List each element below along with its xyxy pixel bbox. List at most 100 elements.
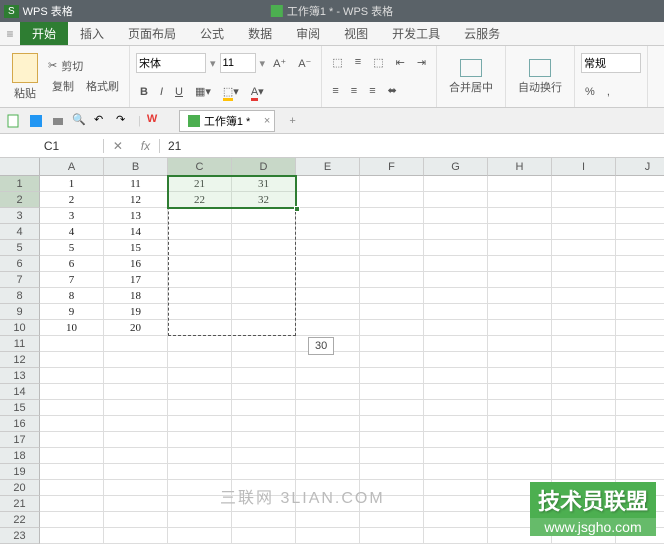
undo-icon[interactable]: ↶ (94, 113, 110, 129)
cell[interactable] (168, 432, 232, 448)
cell[interactable] (424, 512, 488, 528)
select-all-corner[interactable] (0, 158, 40, 176)
row-header[interactable]: 22 (0, 512, 40, 528)
cell[interactable] (424, 480, 488, 496)
cell[interactable] (232, 432, 296, 448)
row-header[interactable]: 2 (0, 192, 40, 208)
wps-menu-button[interactable]: ≡ (0, 22, 20, 45)
cell[interactable] (40, 512, 104, 528)
row-header[interactable]: 3 (0, 208, 40, 224)
cell[interactable] (424, 224, 488, 240)
cell[interactable]: 14 (104, 224, 168, 240)
cell[interactable] (488, 384, 552, 400)
cell[interactable] (168, 512, 232, 528)
cell[interactable] (168, 256, 232, 272)
cell[interactable] (232, 464, 296, 480)
cell[interactable] (360, 384, 424, 400)
cell[interactable] (424, 320, 488, 336)
cell[interactable] (616, 336, 664, 352)
cell[interactable] (488, 432, 552, 448)
cell[interactable] (104, 480, 168, 496)
cell[interactable] (360, 176, 424, 192)
cell[interactable] (296, 208, 360, 224)
cell[interactable]: 31 (232, 176, 296, 192)
cell[interactable] (168, 528, 232, 544)
cell[interactable]: 3 (40, 208, 104, 224)
cell[interactable] (168, 384, 232, 400)
cell[interactable] (488, 304, 552, 320)
col-header[interactable]: G (424, 158, 488, 176)
column-headers[interactable]: ABCDEFGHIJ (40, 158, 664, 176)
cell[interactable] (168, 224, 232, 240)
menu-tab-8[interactable]: 云服务 (452, 22, 512, 45)
cell[interactable]: 20 (104, 320, 168, 336)
cell[interactable] (104, 512, 168, 528)
cell[interactable] (424, 464, 488, 480)
menu-tab-7[interactable]: 开发工具 (380, 22, 452, 45)
cell[interactable] (552, 448, 616, 464)
cell[interactable] (360, 368, 424, 384)
cell[interactable] (488, 224, 552, 240)
cell[interactable] (168, 480, 232, 496)
row-header[interactable]: 23 (0, 528, 40, 544)
cell[interactable] (296, 176, 360, 192)
align-middle-icon[interactable]: ≡ (351, 54, 365, 70)
cell[interactable] (296, 432, 360, 448)
cell[interactable] (424, 416, 488, 432)
cell[interactable] (232, 288, 296, 304)
menu-tab-6[interactable]: 视图 (332, 22, 380, 45)
cell[interactable] (616, 480, 664, 496)
cell[interactable] (296, 288, 360, 304)
align-left-icon[interactable]: ≡ (328, 83, 342, 99)
cell[interactable] (616, 416, 664, 432)
col-header[interactable]: I (552, 158, 616, 176)
cell[interactable]: 9 (40, 304, 104, 320)
cell[interactable] (488, 288, 552, 304)
cell[interactable] (488, 512, 552, 528)
cell[interactable] (424, 288, 488, 304)
cell[interactable] (552, 320, 616, 336)
row-header[interactable]: 1 (0, 176, 40, 192)
cell[interactable] (104, 416, 168, 432)
row-header[interactable]: 11 (0, 336, 40, 352)
cell[interactable] (296, 368, 360, 384)
cell[interactable] (104, 400, 168, 416)
cell[interactable] (296, 416, 360, 432)
font-color-button[interactable]: A▾ (247, 83, 268, 100)
cell[interactable] (360, 464, 424, 480)
cell[interactable] (552, 256, 616, 272)
row-header[interactable]: 19 (0, 464, 40, 480)
border-button[interactable]: ▦▾ (191, 83, 215, 100)
cell[interactable] (168, 400, 232, 416)
cell[interactable] (552, 240, 616, 256)
cell[interactable]: 15 (104, 240, 168, 256)
cell[interactable] (552, 272, 616, 288)
cell[interactable]: 17 (104, 272, 168, 288)
cell[interactable] (424, 208, 488, 224)
cell[interactable] (104, 336, 168, 352)
cell[interactable] (232, 240, 296, 256)
cell[interactable] (488, 528, 552, 544)
cell[interactable] (616, 528, 664, 544)
row-header[interactable]: 7 (0, 272, 40, 288)
cell[interactable]: 1 (40, 176, 104, 192)
cell[interactable] (424, 304, 488, 320)
cell[interactable] (104, 448, 168, 464)
indent-left-icon[interactable]: ⇤ (392, 54, 409, 71)
cell[interactable] (40, 368, 104, 384)
cell[interactable]: 5 (40, 240, 104, 256)
col-header[interactable]: A (40, 158, 104, 176)
cell[interactable] (424, 384, 488, 400)
cell[interactable]: 13 (104, 208, 168, 224)
cell[interactable] (488, 176, 552, 192)
cell[interactable] (616, 400, 664, 416)
cell[interactable] (168, 352, 232, 368)
cell[interactable] (616, 304, 664, 320)
row-header[interactable]: 13 (0, 368, 40, 384)
cell[interactable] (40, 432, 104, 448)
cell[interactable] (360, 224, 424, 240)
cell[interactable]: 32 (232, 192, 296, 208)
col-header[interactable]: B (104, 158, 168, 176)
cell[interactable] (360, 288, 424, 304)
cell[interactable] (296, 240, 360, 256)
